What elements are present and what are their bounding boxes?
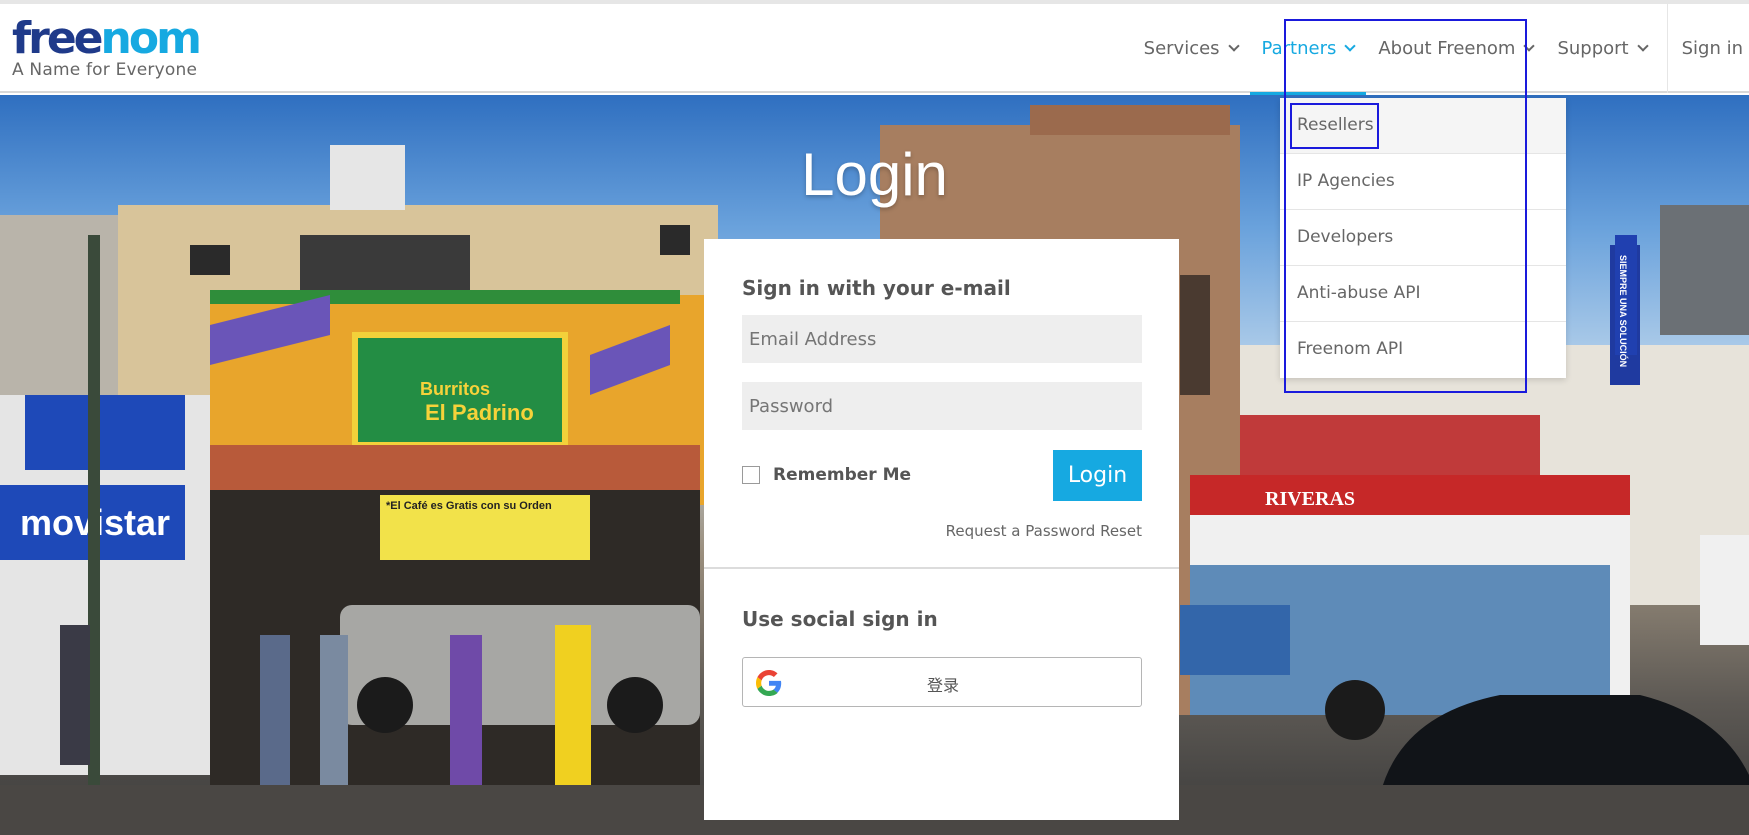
menu-item-developers[interactable]: Developers — [1280, 210, 1566, 266]
freenom-logo[interactable]: freenom A Name for Everyone — [12, 13, 202, 81]
nav-about-label: About Freenom — [1378, 38, 1516, 59]
nav-about[interactable]: About Freenom — [1366, 4, 1545, 93]
social-signin-heading: Use social sign in — [742, 607, 938, 631]
chevron-down-icon — [1227, 40, 1240, 52]
remember-me-label[interactable]: Remember Me — [773, 465, 911, 485]
nav-services[interactable]: Services — [1132, 4, 1250, 93]
email-input[interactable] — [742, 315, 1142, 363]
padrino-sign: El Padrino — [425, 400, 534, 425]
login-button[interactable]: Login — [1053, 450, 1142, 501]
menu-item-freenom-api[interactable]: Freenom API — [1280, 322, 1566, 378]
main-nav: Services Partners About Freenom Support … — [1132, 4, 1749, 95]
nav-sign-in-link[interactable]: Sign in — [1682, 38, 1749, 59]
nav-partners-label: Partners — [1261, 38, 1337, 59]
remember-me-group: Remember Me — [742, 465, 911, 485]
nav-divider — [1666, 4, 1668, 93]
burritos-sign: Burritos — [420, 379, 490, 399]
menu-item-resellers[interactable]: Resellers — [1280, 98, 1566, 154]
nav-support[interactable]: Support — [1545, 4, 1658, 93]
password-input[interactable] — [742, 382, 1142, 430]
remember-me-checkbox[interactable] — [742, 466, 760, 484]
chevron-down-icon — [1523, 40, 1536, 52]
menu-item-ip-agencies[interactable]: IP Agencies — [1280, 154, 1566, 210]
nav-support-label: Support — [1557, 38, 1629, 59]
menu-item-anti-abuse-api[interactable]: Anti-abuse API — [1280, 266, 1566, 322]
site-header: freenom A Name for Everyone Services Par… — [0, 4, 1749, 95]
chevron-down-icon — [1344, 40, 1357, 52]
password-reset-link[interactable]: Request a Password Reset — [946, 522, 1142, 540]
logo-wordmark: freenom — [12, 13, 202, 64]
riveras-sign: RIVERAS — [1265, 488, 1355, 510]
chevron-down-icon — [1636, 40, 1649, 52]
google-signin-label: 登录 — [926, 676, 959, 695]
nav-services-label: Services — [1143, 38, 1220, 59]
google-signin-button[interactable]: 登录 — [742, 657, 1142, 707]
email-signin-heading: Sign in with your e-mail — [742, 276, 1011, 300]
cafe-sign: *El Café es Gratis con su Orden — [386, 500, 552, 512]
solucion-sign: SIEMPRE UNA SOLUCIÓN — [1618, 255, 1629, 367]
card-divider — [704, 567, 1179, 569]
logo-tagline: A Name for Everyone — [12, 60, 198, 80]
login-card: Sign in with your e-mail Remember Me Log… — [704, 239, 1179, 820]
nav-partners[interactable]: Partners — [1249, 4, 1367, 95]
partners-dropdown-menu: Resellers IP Agencies Developers Anti-ab… — [1280, 98, 1566, 378]
